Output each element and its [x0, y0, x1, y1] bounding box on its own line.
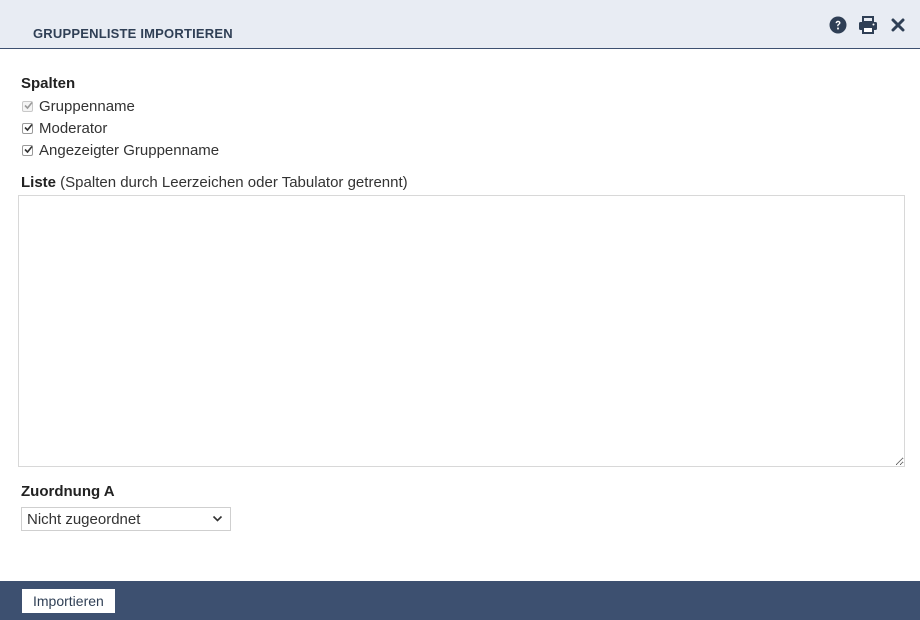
column-option-moderator: Moderator [22, 120, 107, 137]
column-option-displayname: Angezeigter Gruppenname [22, 142, 219, 159]
list-label: Liste (Spalten durch Leerzeichen oder Ta… [21, 174, 408, 191]
checkbox-label: Gruppenname [39, 98, 135, 115]
chevron-down-icon [212, 515, 223, 522]
import-dialog: GRUPPENLISTE IMPORTIEREN Spalten Gruppen… [0, 0, 920, 620]
checkbox-moderator[interactable] [22, 123, 33, 134]
dialog-title: GRUPPENLISTE IMPORTIEREN [33, 26, 233, 41]
dialog-footer: Importieren [0, 581, 920, 620]
close-icon[interactable] [888, 15, 908, 35]
column-option-groupname: Gruppenname [22, 98, 135, 115]
dialog-header: GRUPPENLISTE IMPORTIEREN [0, 0, 920, 49]
print-icon[interactable] [858, 15, 878, 35]
assignment-label: Zuordnung A [21, 483, 115, 500]
list-textarea[interactable] [18, 195, 905, 467]
assignment-selected-value: Nicht zugeordnet [27, 510, 141, 528]
checkbox-groupname[interactable] [22, 101, 33, 112]
checkbox-label: Angezeigter Gruppenname [39, 142, 220, 159]
help-icon[interactable] [828, 15, 848, 35]
checkbox-label: Moderator [39, 120, 108, 137]
columns-label: Spalten [21, 75, 76, 92]
checkbox-displayname[interactable] [22, 145, 33, 156]
import-button[interactable]: Importieren [22, 589, 115, 613]
list-label-hint: (Spalten durch Leerzeichen oder Tabulato… [56, 174, 408, 191]
assignment-select[interactable]: Nicht zugeordnet [21, 507, 231, 531]
list-label-title: Liste [21, 174, 57, 191]
header-actions [828, 15, 908, 35]
